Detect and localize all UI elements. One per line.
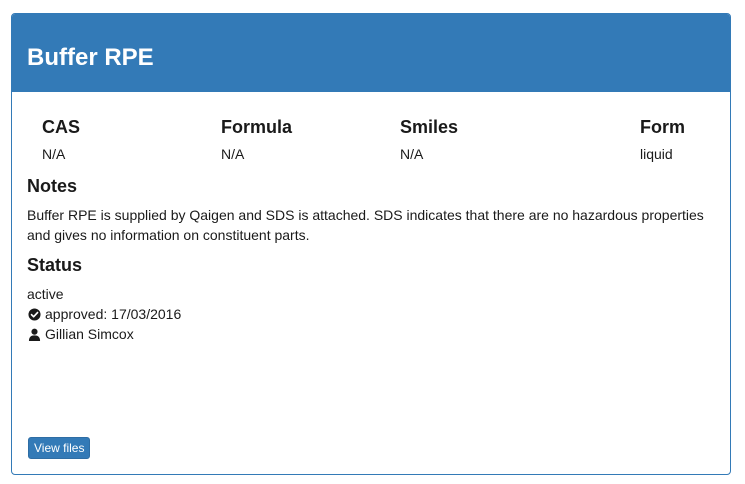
property-value: liquid bbox=[640, 146, 673, 162]
property-label: Formula bbox=[221, 117, 293, 137]
status-heading: Status bbox=[27, 255, 83, 275]
status-user: Gillian Simcox bbox=[27, 324, 715, 344]
approval-text: approved: 17/03/2016 bbox=[45, 306, 182, 322]
panel-heading: Buffer RPE bbox=[12, 14, 730, 92]
property-value: N/A bbox=[221, 146, 245, 162]
properties-row: CAS N/A Formula N/A Smiles N/A Form liqu… bbox=[27, 92, 715, 170]
user-icon bbox=[27, 327, 41, 341]
page-title: Buffer RPE bbox=[27, 44, 154, 71]
panel-body: CAS N/A Formula N/A Smiles N/A Form liqu… bbox=[12, 92, 730, 344]
property-cas: CAS N/A bbox=[42, 116, 80, 163]
view-files-button[interactable]: View files bbox=[28, 437, 91, 459]
notes-text: Buffer RPE is supplied by Qaigen and SDS… bbox=[27, 207, 704, 243]
check-circle-icon bbox=[27, 307, 41, 321]
property-formula: Formula N/A bbox=[221, 116, 292, 163]
property-label: Smiles bbox=[400, 117, 459, 137]
property-value: N/A bbox=[400, 146, 424, 162]
user-name: Gillian Simcox bbox=[45, 326, 134, 342]
property-value: N/A bbox=[42, 146, 66, 162]
notes-heading: Notes bbox=[27, 176, 78, 196]
property-label: Form bbox=[640, 117, 685, 137]
status-details: active approved: 17/03/2016 Gillian Simc… bbox=[27, 284, 715, 344]
property-smiles: Smiles N/A bbox=[400, 116, 458, 163]
status-approval: approved: 17/03/2016 bbox=[27, 304, 715, 324]
property-label: CAS bbox=[42, 117, 81, 137]
property-form: Form liquid bbox=[640, 116, 685, 163]
substance-panel: Buffer RPE CAS N/A Formula N/A Smiles N/… bbox=[11, 13, 731, 475]
status-state: active bbox=[27, 286, 64, 302]
